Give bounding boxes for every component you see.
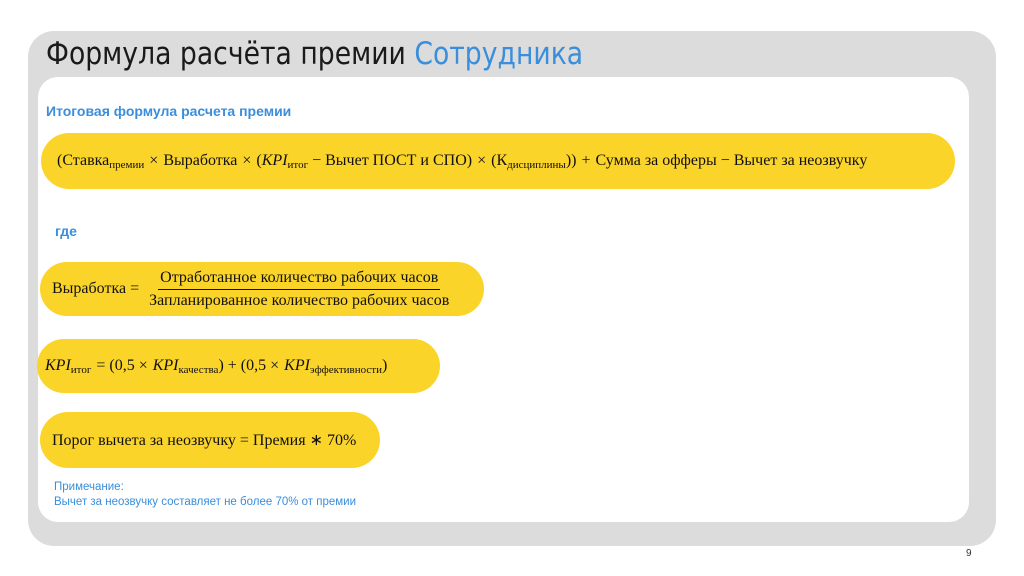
note-text: Вычет за неозвучку составляет не более 7… — [54, 496, 357, 508]
where-label: где — [55, 223, 77, 239]
kpi-formula: KPI итог = (0,5 × KPI качества) + (0,5 × K… — [37, 339, 440, 393]
title-main: Формула расчёта премии — [46, 36, 406, 72]
kpi-eq-part: = (0,5 × — [96, 357, 148, 374]
threshold-text: Порог вычета за неозвучку = Премия ∗ 70% — [52, 432, 357, 449]
slide-title: Формула расчёта премии Сотрудника — [46, 36, 583, 72]
kpi-quality-subscript: качества — [178, 364, 219, 376]
note-label: Примечание: — [54, 481, 124, 493]
premium-subscript: премии — [109, 159, 145, 171]
output-formula: Выработка = Отработанное количество рабо… — [40, 262, 484, 316]
kpi-efficiency-subscript: эффективности — [309, 364, 382, 376]
kpi-term: KPI — [261, 152, 288, 169]
formula-close: )) — [565, 152, 577, 169]
plus-sign: + — [581, 152, 591, 169]
main-formula: (Ставка премии × Выработка × (KPI итог − В… — [41, 133, 955, 189]
note-block: Примечание: Вычет за неозвучку составляе… — [54, 480, 356, 510]
page-number: 9 — [966, 548, 972, 559]
kpi-subscript: итог — [287, 159, 309, 171]
times-sign: × — [242, 152, 252, 169]
times-sign: × — [477, 152, 487, 169]
output-lhs: Выработка = — [52, 280, 140, 297]
fraction-denominator: Запланированное количество рабочих часов — [149, 291, 450, 309]
kpi-subscript: итог — [70, 364, 92, 376]
kpi-term: KPI — [45, 357, 71, 374]
formula-tail: Сумма за офферы − Вычет за неозвучку — [595, 152, 868, 169]
formula-open: (Ставка — [57, 152, 110, 169]
discipline-subscript: дисциплины — [507, 159, 566, 171]
discipline-coef: (К — [491, 152, 508, 169]
output-term: Выработка — [163, 152, 238, 169]
kpi-mid: ) + (0,5 × — [218, 357, 280, 374]
title-accent: Сотрудника — [414, 36, 584, 72]
kpi-quality-term: KPI — [152, 357, 179, 374]
threshold-formula: Порог вычета за неозвучку = Премия ∗ 70% — [40, 412, 380, 468]
section-heading: Итоговая формула расчета премии — [46, 103, 292, 119]
deduction-term: − Вычет ПОСТ и СПО) — [312, 152, 473, 169]
fraction-numerator: Отработанное количество рабочих часов — [158, 269, 441, 290]
kpi-close: ) — [381, 357, 388, 374]
times-sign: × — [149, 152, 159, 169]
kpi-efficiency-term: KPI — [284, 357, 310, 374]
output-fraction: Отработанное количество рабочих часов За… — [147, 269, 451, 310]
